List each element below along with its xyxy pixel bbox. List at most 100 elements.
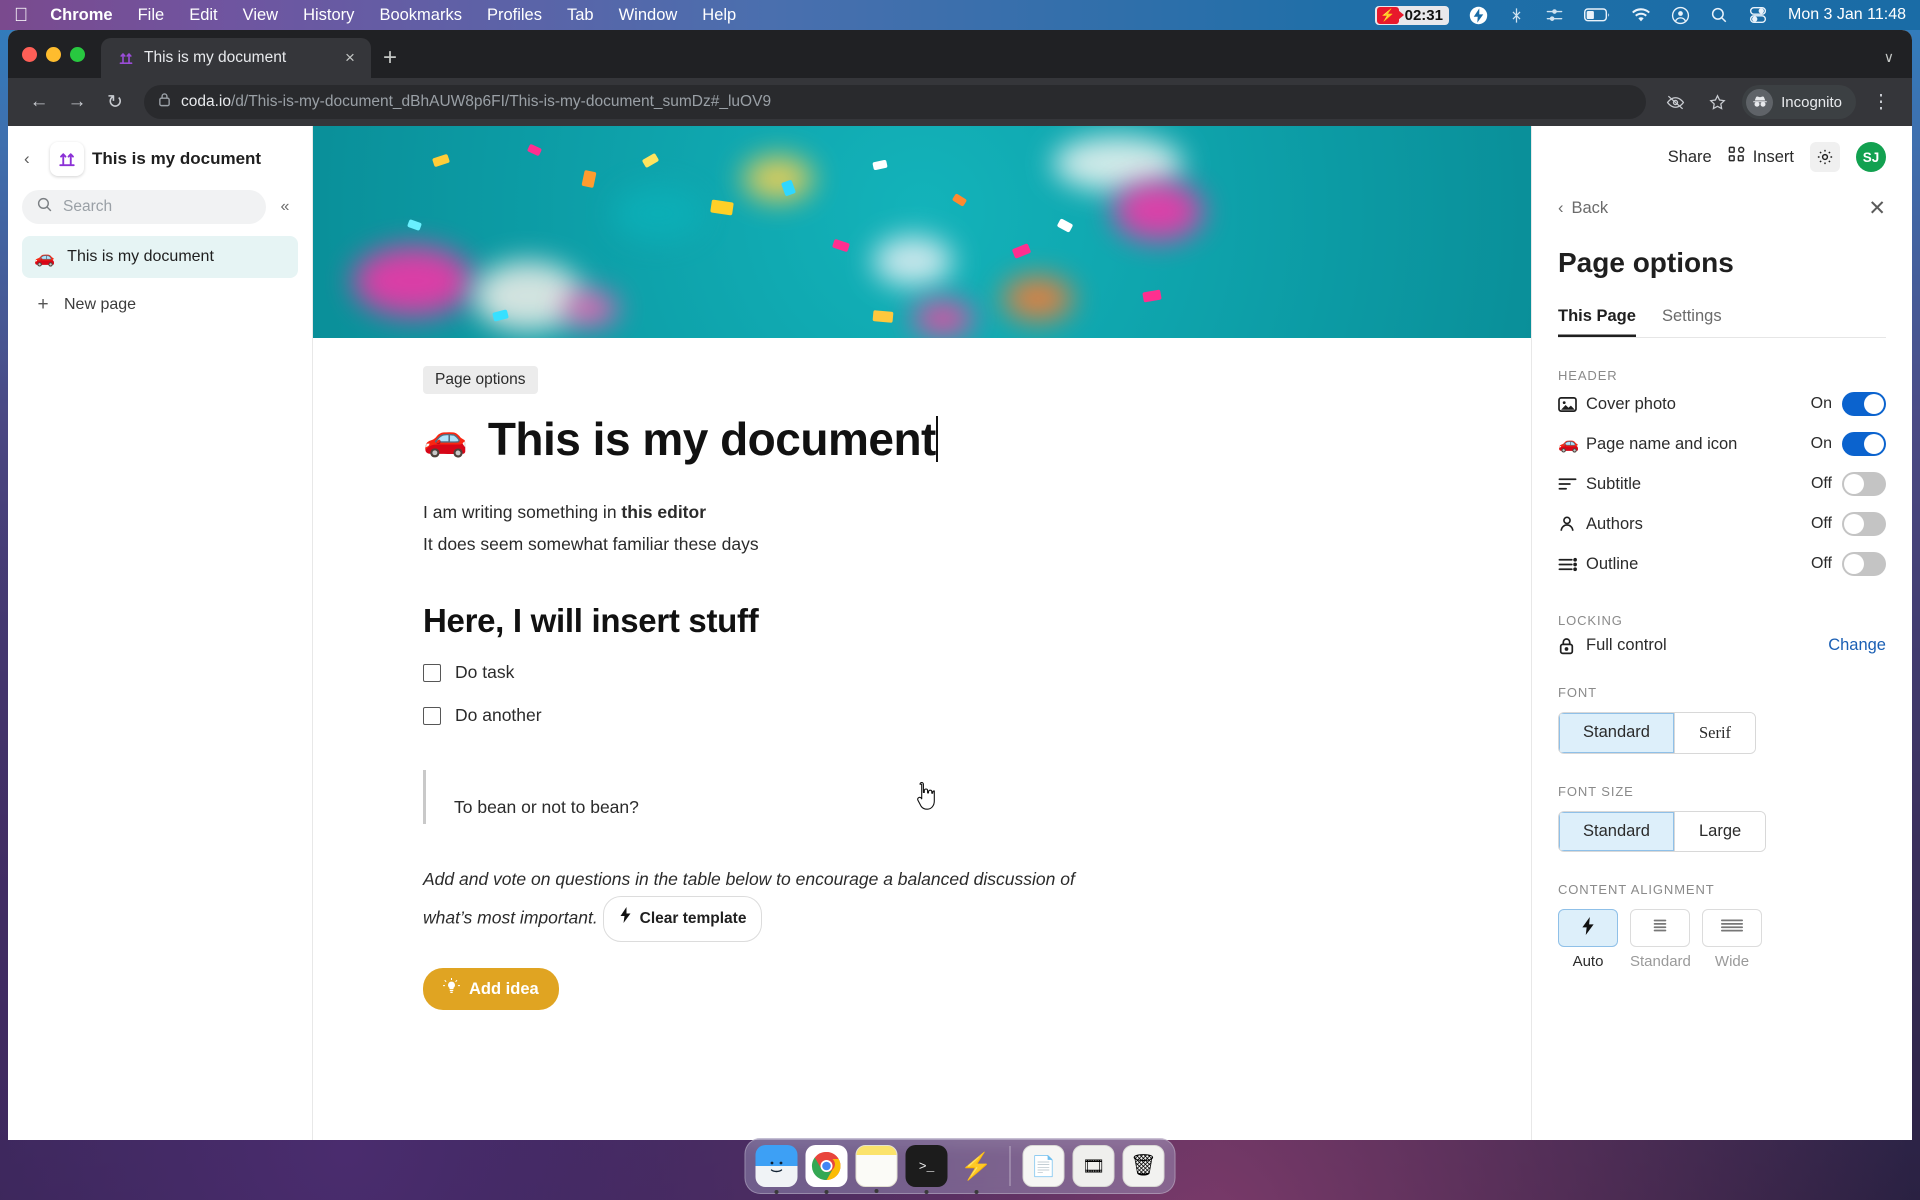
menu-item-file[interactable]: File [138, 6, 165, 25]
account-icon[interactable] [1671, 6, 1690, 25]
alignment-option-standard[interactable] [1630, 909, 1690, 947]
chrome-menu-button[interactable]: ⋮ [1864, 85, 1898, 119]
dock-item-terminal[interactable]: >_ [905, 1145, 948, 1194]
dock-item-finder[interactable] [755, 1145, 798, 1194]
screen-recording-indicator[interactable]: ⚡ 02:31 [1374, 5, 1449, 25]
apple-logo-icon[interactable]:  [14, 6, 28, 25]
tab-list-chevron-icon[interactable]: ∨ [1884, 49, 1912, 78]
browser-tab-title: This is my document [144, 49, 287, 66]
option-row-cover-photo[interactable]: Cover photo On [1558, 385, 1886, 423]
tab-settings[interactable]: Settings [1662, 307, 1722, 337]
menu-bar-status-area: ⚡ 02:31 Mon 3 Jan 11:48 [1374, 5, 1906, 25]
font-size-option-large[interactable]: Large [1674, 812, 1766, 851]
toggle-outline[interactable] [1842, 552, 1886, 576]
new-page-button[interactable]: + New page [22, 284, 298, 326]
dock-item-document-file[interactable]: 📄 [1022, 1145, 1065, 1187]
blockquote[interactable]: To bean or not to bean? [423, 770, 1531, 824]
todo-item[interactable]: Do another [423, 705, 1531, 726]
menu-item-edit[interactable]: Edit [189, 6, 217, 25]
toggle-subtitle[interactable] [1842, 472, 1886, 496]
forward-button[interactable]: → [60, 85, 94, 119]
paragraph-2[interactable]: It does seem somewhat familiar these day… [423, 528, 1531, 560]
dock-item-notes[interactable] [855, 1145, 898, 1193]
paragraph-1[interactable]: I am writing something in this editor [423, 496, 1531, 528]
new-tab-button[interactable]: + [371, 38, 409, 78]
change-locking-link[interactable]: Change [1828, 636, 1886, 655]
dock-item-trash[interactable]: 🗑 [1122, 1145, 1165, 1187]
menu-item-chrome[interactable]: Chrome [50, 6, 112, 25]
coda-arrows-icon[interactable] [50, 142, 84, 176]
toggle-authors[interactable] [1842, 512, 1886, 536]
menu-item-profiles[interactable]: Profiles [487, 6, 542, 25]
incognito-indicator[interactable]: Incognito [1742, 85, 1856, 119]
page-title[interactable]: This is my document [488, 410, 938, 468]
dock-item-media-file[interactable]: 🎞 [1072, 1145, 1115, 1187]
checkbox-icon[interactable] [423, 663, 441, 682]
menu-item-bookmarks[interactable]: Bookmarks [379, 6, 462, 25]
todo-label: Do task [455, 662, 515, 682]
coda-arrows-icon [117, 50, 134, 67]
minimize-window-button[interactable] [46, 46, 61, 62]
alignment-option-wide[interactable] [1702, 909, 1762, 947]
insert-button[interactable]: Insert [1728, 146, 1794, 168]
close-tab-button[interactable]: × [339, 48, 361, 68]
back-button[interactable]: ← [22, 85, 56, 119]
lightning-icon[interactable] [1469, 6, 1488, 25]
clear-template-button[interactable]: Clear template [602, 896, 763, 942]
search-box[interactable] [22, 190, 266, 224]
sidebar-item-this-is-my-document[interactable]: 🚗 This is my document [22, 236, 298, 278]
menu-bar-clock[interactable]: Mon 3 Jan 11:48 [1788, 6, 1906, 24]
checkbox-icon[interactable] [423, 706, 441, 725]
wifi-icon[interactable] [1631, 7, 1651, 23]
add-idea-button[interactable]: Add idea [423, 968, 559, 1010]
toggle-cover-photo[interactable] [1842, 392, 1886, 416]
toggles-icon[interactable] [1748, 6, 1768, 24]
alignment-option-auto[interactable] [1558, 909, 1618, 947]
close-panel-button[interactable]: ✕ [1868, 198, 1886, 219]
browser-tab[interactable]: This is my document × [101, 38, 371, 78]
align-narrow-icon [1650, 918, 1670, 938]
todo-item[interactable]: Do task [423, 662, 1531, 683]
insert-label: Insert [1752, 147, 1794, 166]
bookmark-star-icon[interactable] [1700, 85, 1734, 119]
share-button[interactable]: Share [1668, 148, 1712, 167]
dock-item-bolt-app[interactable]: ⚡ [956, 1145, 998, 1194]
dock-item-chrome[interactable] [805, 1145, 848, 1194]
font-size-option-standard[interactable]: Standard [1559, 812, 1675, 851]
alignment-caption-standard: Standard [1630, 953, 1691, 970]
cover-photo[interactable] [313, 126, 1531, 338]
menu-item-help[interactable]: Help [702, 6, 736, 25]
search-icon[interactable] [1710, 6, 1728, 24]
maximize-window-button[interactable] [70, 46, 85, 62]
gear-icon[interactable] [1810, 142, 1840, 172]
tab-this-page[interactable]: This Page [1558, 307, 1636, 337]
toggle-page-name-and-icon[interactable] [1842, 432, 1886, 456]
car-emoji-icon[interactable]: 🚗 [423, 410, 468, 466]
menu-item-view[interactable]: View [243, 6, 278, 25]
option-row-page-name-and-icon[interactable]: 🚗 Page name and icon On [1558, 425, 1886, 463]
search-input[interactable] [63, 198, 252, 216]
bluetooth-off-icon[interactable] [1508, 6, 1525, 25]
menu-item-tab[interactable]: Tab [567, 6, 594, 25]
battery-icon[interactable] [1583, 8, 1611, 22]
reload-button[interactable]: ↻ [98, 85, 132, 119]
font-option-standard[interactable]: Standard [1559, 713, 1675, 753]
avatar[interactable]: SJ [1856, 142, 1886, 172]
person-icon [1558, 515, 1586, 533]
menu-item-window[interactable]: Window [619, 6, 678, 25]
collapse-sidebar-button[interactable]: « [272, 198, 298, 216]
content-alignment-buttons [1558, 909, 1886, 947]
address-bar[interactable]: coda.io/d/This-is-my-document_dBhAUW8p6F… [144, 85, 1647, 119]
option-row-outline[interactable]: Outline Off [1558, 545, 1886, 583]
third-party-cookies-icon[interactable] [1658, 85, 1692, 119]
control-center-icon[interactable] [1545, 8, 1564, 23]
option-row-authors[interactable]: Authors Off [1558, 505, 1886, 543]
menu-item-history[interactable]: History [303, 6, 354, 25]
panel-back-button[interactable]: ‹ Back [1558, 199, 1608, 218]
option-row-subtitle[interactable]: Subtitle Off [1558, 465, 1886, 503]
panel-top-actions: Share Insert SJ [1558, 126, 1886, 188]
heading-2[interactable]: Here, I will insert stuff [423, 602, 1531, 640]
close-window-button[interactable] [22, 46, 37, 62]
font-option-serif[interactable]: Serif [1674, 713, 1756, 753]
sidebar-back-chevron-icon[interactable]: ‹ [24, 149, 42, 169]
